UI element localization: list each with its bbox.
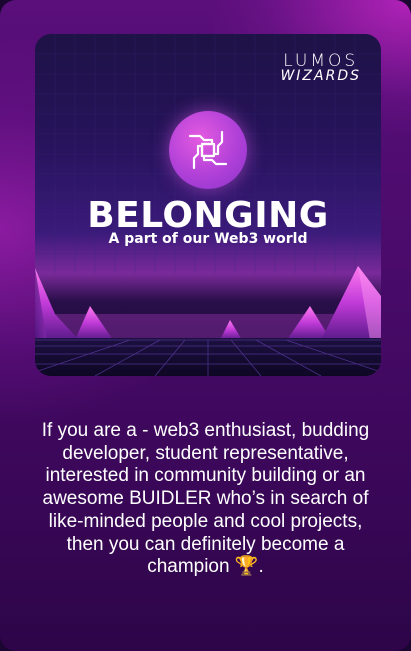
description-text: If you are a - web3 enthusiast, budding … (41, 420, 370, 578)
promo-subheadline: A part of our Web3 world (108, 231, 308, 247)
belonging-badge (169, 111, 247, 189)
trophy-icon: 🏆 (234, 556, 259, 578)
description-period: . (258, 556, 264, 578)
brand-logo-line1: LUMOS (283, 51, 359, 71)
champion-card: LUMOS WIZARDS BELONGING A part of our We… (0, 0, 411, 651)
brand-logo-line2: WIZARDS (280, 68, 361, 84)
four-hands-together-icon (188, 130, 228, 170)
champion-description: If you are a - web3 enthusiast, budding … (28, 420, 383, 579)
promo-banner: LUMOS WIZARDS BELONGING A part of our We… (35, 34, 381, 376)
brand-logo: LUMOS WIZARDS (280, 51, 361, 84)
